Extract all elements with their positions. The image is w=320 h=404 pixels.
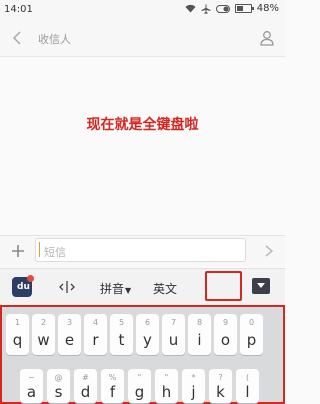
key-symbol: 2 — [40, 318, 47, 327]
key-letter: e — [64, 331, 75, 349]
key-q[interactable]: 1q — [6, 314, 29, 355]
key-symbol: ? — [218, 373, 223, 382]
sms-placeholder: 短信 — [44, 246, 66, 259]
ime-toolbar: du 拼音▼ 英文 — [0, 268, 285, 305]
airplane-icon — [201, 4, 211, 14]
key-letter: a — [26, 383, 37, 401]
key-letter: y — [143, 331, 152, 349]
dropdown-triangle-icon: ▼ — [125, 286, 132, 295]
key-letter: o — [220, 331, 231, 349]
qwerty-keyboard: 1q2w3e4r5t6y7u8i9o0p ~ a @ s # d% f " g " h * j? k(l — [0, 305, 285, 404]
pinyin-mode-button[interactable]: 拼音▼ — [100, 280, 131, 297]
wifi-icon — [185, 4, 196, 13]
status-bar: 14:01 48% — [0, 0, 285, 20]
add-icon[interactable] — [9, 242, 27, 260]
key-letter: u — [168, 331, 179, 349]
key-letter: t — [118, 331, 125, 349]
keyboard-row-2: ~ a @ s # d% f " g " h * j? k(l — [20, 369, 301, 403]
key-symbol: 0 — [248, 318, 255, 327]
key-j[interactable]: * j — [182, 369, 205, 403]
key-p[interactable]: 0p — [240, 314, 263, 355]
key-symbol: % — [108, 373, 117, 382]
message-thread-area — [0, 57, 285, 235]
battery-percent: 48% — [256, 3, 279, 14]
key-letter: s — [54, 383, 63, 401]
key-w[interactable]: 2w — [32, 314, 55, 355]
key-symbol: 7 — [170, 318, 177, 327]
key-symbol: ( — [245, 373, 250, 382]
alarm-toggle-icon — [215, 4, 230, 13]
send-icon[interactable] — [263, 243, 275, 259]
key-t[interactable]: 5t — [110, 314, 133, 355]
key-g[interactable]: " g — [128, 369, 151, 403]
cursor-move-icon[interactable] — [58, 278, 76, 296]
battery-icon — [234, 4, 254, 13]
key-e[interactable]: 3e — [58, 314, 81, 355]
recipient-field-label[interactable]: 收信人 — [38, 31, 71, 47]
key-letter: f — [109, 383, 116, 401]
key-symbol: 8 — [196, 318, 203, 327]
key-symbol: * — [191, 373, 196, 382]
key-letter: q — [12, 331, 23, 349]
key-h[interactable]: " h — [155, 369, 178, 403]
annotation-caption: 现在就是全键盘啦 — [86, 117, 199, 133]
highlight-annotation-box — [205, 271, 242, 301]
key-l[interactable]: (l — [236, 369, 259, 403]
key-y[interactable]: 6y — [136, 314, 159, 355]
key-letter: i — [197, 331, 202, 349]
key-letter: l — [245, 383, 250, 401]
key-letter: p — [246, 331, 257, 349]
keyboard-row-1: 1q2w3e4r5t6y7u8i9o0p — [6, 314, 287, 355]
text-caret — [39, 242, 40, 257]
key-symbol: 3 — [66, 318, 73, 327]
key-letter: w — [37, 331, 50, 349]
key-k[interactable]: ? k — [209, 369, 232, 403]
ime-logo-icon[interactable]: du — [12, 275, 34, 297]
key-symbol: @ — [54, 373, 63, 382]
message-header: 收信人 — [0, 20, 285, 57]
key-symbol: 4 — [92, 318, 99, 327]
key-a[interactable]: ~ a — [20, 369, 43, 403]
key-u[interactable]: 7u — [162, 314, 185, 355]
key-symbol: 6 — [144, 318, 151, 327]
back-chevron-icon[interactable] — [10, 29, 26, 47]
key-d[interactable]: # d — [74, 369, 97, 403]
key-s[interactable]: @ s — [47, 369, 70, 403]
status-icons: 48% — [185, 3, 279, 14]
status-time: 14:01 — [4, 4, 33, 15]
compose-bar: 短信 — [0, 235, 285, 266]
sms-input-field[interactable]: 短信 — [35, 238, 246, 262]
key-r[interactable]: 4r — [84, 314, 107, 355]
key-symbol: # — [82, 373, 89, 382]
contact-person-icon[interactable] — [259, 29, 275, 47]
key-symbol: 1 — [14, 318, 21, 327]
key-letter: g — [134, 383, 145, 401]
key-letter: j — [191, 383, 196, 401]
key-symbol: " — [137, 373, 142, 382]
key-symbol: 5 — [118, 318, 125, 327]
key-symbol: 9 — [222, 318, 229, 327]
key-letter: r — [92, 331, 99, 349]
key-letter: h — [161, 383, 172, 401]
key-letter: k — [216, 383, 225, 401]
key-o[interactable]: 9o — [214, 314, 237, 355]
key-i[interactable]: 8i — [188, 314, 211, 355]
english-mode-button[interactable]: 英文 — [153, 280, 177, 297]
keyboard-hide-icon[interactable] — [252, 278, 270, 294]
key-symbol: ~ — [28, 373, 35, 382]
key-symbol: " — [164, 373, 169, 382]
notification-dot — [27, 275, 34, 282]
key-letter: d — [80, 383, 91, 401]
key-f[interactable]: % f — [101, 369, 124, 403]
